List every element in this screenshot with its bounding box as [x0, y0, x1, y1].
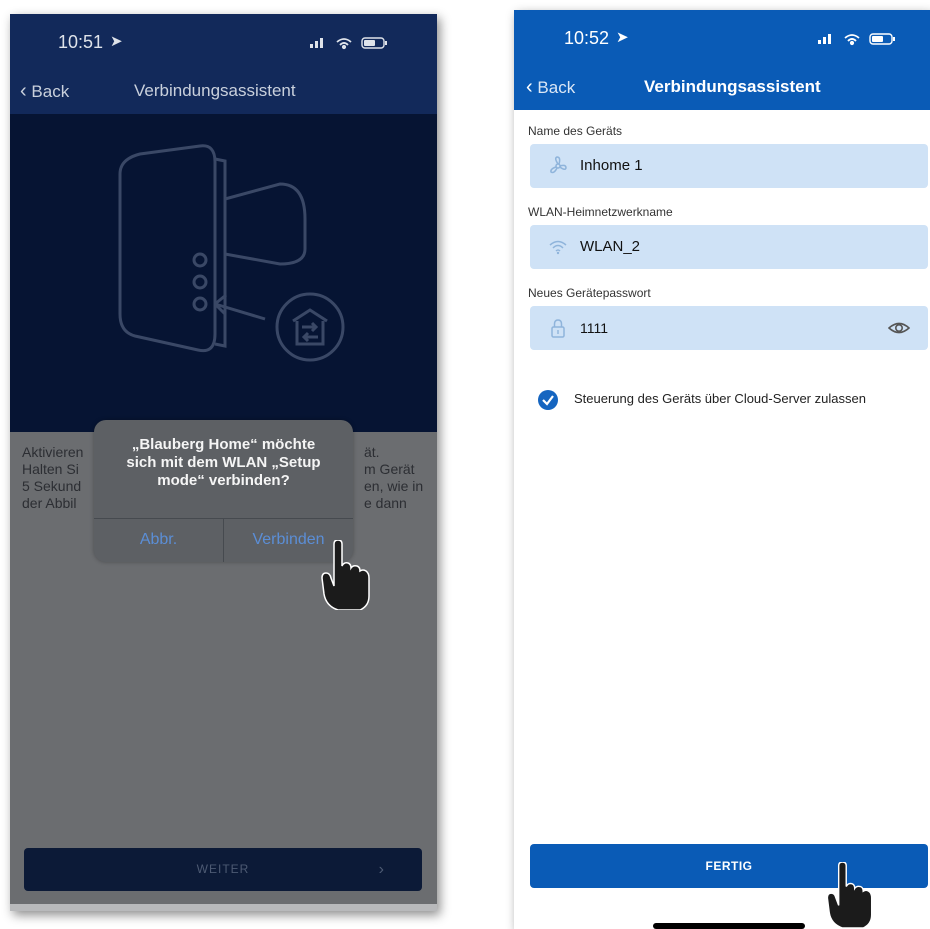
device-name-value: Inhome 1 [580, 157, 643, 174]
location-arrow-icon: ➤ [110, 33, 123, 50]
tap-hand-icon [826, 862, 873, 928]
wifi-name-value: WLAN_2 [580, 238, 641, 255]
back-button[interactable]: ‹ Back [526, 76, 575, 99]
password-value: 1111 [580, 320, 609, 336]
wifi-status-icon [844, 34, 860, 46]
lock-icon [551, 319, 565, 338]
fan-icon [550, 156, 567, 174]
chevron-right-icon: › [378, 861, 384, 878]
location-arrow-icon: ➤ [616, 29, 629, 46]
device-name-field[interactable]: Inhome 1 [530, 144, 928, 188]
instruction-line: 5 Sekund [22, 478, 82, 494]
tap-hand-icon [321, 540, 370, 610]
wifi-icon [549, 240, 567, 255]
battery-icon [869, 33, 895, 45]
status-bar-icons [818, 33, 895, 46]
weiter-button[interactable]: WEITER › [24, 848, 422, 891]
right-header: 10:52 ➤ ‹ Back Verbindungsassistent [514, 10, 930, 110]
left-header: 10:51 ➤ ‹ Back Verbindungsassistent [10, 14, 437, 114]
instruction-line: en, wie in [364, 478, 424, 494]
instruction-line: m Gerät [364, 461, 415, 477]
signal-icon [310, 38, 323, 48]
home-indicator [653, 923, 805, 929]
chevron-left-icon: ‹ [526, 76, 533, 98]
instruction-line: der Abbil [22, 495, 77, 511]
wifi-name-field[interactable]: WLAN_2 [530, 225, 928, 269]
checkmark-icon [542, 395, 554, 406]
wifi-connect-alert: „Blauberg Home“ möchte sich mit dem WLAN… [94, 420, 353, 562]
status-time: 10:52 [564, 28, 610, 48]
back-button[interactable]: ‹ Back [20, 80, 69, 103]
password-field[interactable]: 1111 [530, 306, 928, 350]
ventilator-illustration [118, 144, 345, 362]
page-title: Verbindungsassistent [134, 81, 296, 100]
field-label-wifi-name: WLAN-Heimnetzwerkname [528, 205, 673, 219]
status-bar-icons [310, 37, 387, 50]
eye-icon[interactable] [888, 319, 910, 337]
field-label-password: Neues Gerätepasswort [528, 286, 651, 300]
left-phone-screen: 10:51 ➤ ‹ Back Verbindungsassistent Akti… [10, 14, 437, 911]
status-time: 10:51 [58, 32, 104, 52]
instruction-line: Aktivieren [22, 444, 84, 460]
page-title: Verbindungsassistent [644, 77, 821, 96]
instruction-line: e dann [364, 495, 407, 511]
right-phone-screen: 10:52 ➤ ‹ Back Verbindungsassistent Name… [514, 10, 930, 929]
chevron-left-icon: ‹ [20, 80, 27, 102]
instruction-line: ät. [364, 444, 380, 460]
cloud-server-label: Steuerung des Geräts über Cloud-Server z… [574, 391, 866, 406]
wifi-status-icon [336, 38, 352, 50]
bottom-bar [10, 904, 437, 911]
instruction-line: Halten Si [22, 461, 79, 477]
cloud-server-checkbox[interactable] [538, 390, 558, 410]
field-label-device-name: Name des Geräts [528, 124, 623, 138]
cancel-button[interactable]: Abbr. [94, 518, 223, 562]
alert-message: „Blauberg Home“ möchte sich mit dem WLAN… [126, 436, 321, 489]
device-illustration [10, 114, 437, 432]
battery-icon [361, 37, 387, 49]
signal-icon [818, 34, 831, 44]
